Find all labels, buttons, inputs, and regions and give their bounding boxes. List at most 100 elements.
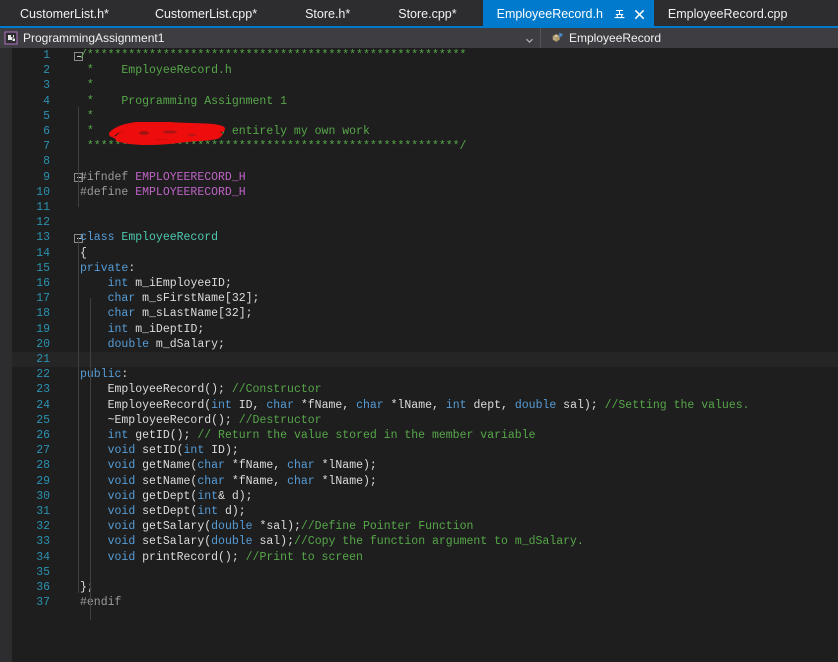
line-number: 30 — [12, 489, 50, 504]
code-line[interactable]: 34 void printRecord(); //Print to screen — [12, 550, 838, 565]
line-number: 13 — [12, 230, 50, 245]
line-number: 14 — [12, 246, 50, 261]
line-number: 19 — [12, 322, 50, 337]
code-line[interactable]: 18 char m_sLastName[32]; — [12, 306, 838, 321]
line-number: 21 — [12, 352, 50, 367]
editor-tab-label: CustomerList.h* — [20, 8, 109, 21]
class-icon — [550, 31, 564, 45]
code-line[interactable]: 21 — [12, 352, 838, 367]
editor-tab[interactable]: EmployeeRecord.cpp — [654, 0, 802, 28]
code-line[interactable]: 24 EmployeeRecord(int ID, char *fName, c… — [12, 398, 838, 413]
code-line[interactable]: 28 void getName(char *fName, char *lName… — [12, 458, 838, 473]
close-icon[interactable] — [633, 8, 646, 21]
line-number: 17 — [12, 291, 50, 306]
code-line[interactable]: 10#define EMPLOYEERECORD_H — [12, 185, 838, 200]
code-line-text: int m_iDeptID; — [80, 322, 204, 337]
line-number: 29 — [12, 474, 50, 489]
code-line[interactable]: 13 class EmployeeRecord — [12, 230, 838, 245]
code-line-text: #ifndef EMPLOYEERECORD_H — [80, 170, 246, 185]
editor-tab[interactable]: Store.cpp* — [372, 0, 482, 28]
code-line[interactable]: 29 void setName(char *fName, char *lName… — [12, 474, 838, 489]
code-line-text: class EmployeeRecord — [80, 230, 218, 245]
code-line-text: char m_sLastName[32]; — [80, 306, 253, 321]
code-line[interactable]: 22public: — [12, 367, 838, 382]
code-line[interactable]: 4 * Programming Assignment 1 — [12, 94, 838, 109]
code-line[interactable]: 20 double m_dSalary; — [12, 337, 838, 352]
code-line-text: EmployeeRecord(int ID, char *fName, char… — [80, 398, 750, 413]
code-surface[interactable]: 1 /**************************************… — [12, 48, 838, 662]
code-line[interactable]: 30 void getDept(int& d); — [12, 489, 838, 504]
line-number: 2 — [12, 63, 50, 78]
code-line[interactable]: 14{ — [12, 246, 838, 261]
code-line[interactable]: 27 void setID(int ID); — [12, 443, 838, 458]
code-line-text: /***************************************… — [80, 48, 466, 63]
line-number: 24 — [12, 398, 50, 413]
member-selector-combobox[interactable]: EmployeeRecord — [540, 28, 838, 48]
code-line[interactable]: 9 #ifndef EMPLOYEERECORD_H — [12, 170, 838, 185]
project-selector-combobox[interactable]: ProgrammingAssignment1 — [0, 28, 540, 48]
code-line[interactable]: 31 void setDept(int d); — [12, 504, 838, 519]
code-line-text: EmployeeRecord(); //Constructor — [80, 382, 322, 397]
code-line-text: int getID(); // Return the value stored … — [80, 428, 536, 443]
project-name: ProgrammingAssignment1 — [23, 32, 164, 44]
class-name: EmployeeRecord — [569, 32, 661, 44]
code-line[interactable]: 5 * — [12, 109, 838, 124]
line-number: 18 — [12, 306, 50, 321]
code-line[interactable]: 6 * This program is entirely my own work — [12, 124, 838, 139]
editor-tab[interactable]: EmployeeRecord.h — [483, 0, 654, 28]
editor-tab-strip: CustomerList.h* CustomerList.cpp* Store.h*… — [0, 0, 838, 28]
code-line[interactable]: 26 int getID(); // Return the value stor… — [12, 428, 838, 443]
line-number: 1 — [12, 48, 50, 63]
line-number: 32 — [12, 519, 50, 534]
code-line-text: * — [80, 78, 121, 93]
code-line[interactable]: 23 EmployeeRecord(); //Constructor — [12, 382, 838, 397]
code-line[interactable]: 32 void getSalary(double *sal);//Define … — [12, 519, 838, 534]
code-line-text: int m_iEmployeeID; — [80, 276, 232, 291]
line-number: 9 — [12, 170, 50, 185]
project-icon — [4, 31, 18, 45]
code-line[interactable]: 19 int m_iDeptID; — [12, 322, 838, 337]
code-line[interactable]: 15private: — [12, 261, 838, 276]
line-number: 34 — [12, 550, 50, 565]
line-number: 8 — [12, 154, 50, 169]
code-line[interactable]: 17 char m_sFirstName[32]; — [12, 291, 838, 306]
code-line[interactable]: 11 — [12, 200, 838, 215]
line-number: 28 — [12, 458, 50, 473]
code-line-text: void getSalary(double *sal);//Define Poi… — [80, 519, 473, 534]
line-number: 23 — [12, 382, 50, 397]
code-line[interactable]: 16 int m_iEmployeeID; — [12, 276, 838, 291]
line-number: 20 — [12, 337, 50, 352]
code-editor[interactable]: 1 /**************************************… — [0, 48, 838, 662]
code-line[interactable]: 12 — [12, 215, 838, 230]
code-line[interactable]: 25 ~EmployeeRecord(); //Destructor — [12, 413, 838, 428]
editor-tab[interactable]: CustomerList.h* — [0, 0, 129, 28]
editor-tab-label: Store.cpp* — [398, 8, 456, 21]
line-number: 7 — [12, 139, 50, 154]
code-line[interactable]: 33 void setSalary(double sal);//Copy the… — [12, 534, 838, 549]
editor-tab[interactable]: Store.h* — [283, 0, 372, 28]
code-line[interactable]: 3 * — [12, 78, 838, 93]
line-number: 10 — [12, 185, 50, 200]
code-line[interactable]: 1 /**************************************… — [12, 48, 838, 63]
line-number: 3 — [12, 78, 50, 93]
indent-guide-class-body — [90, 298, 91, 620]
fold-guide-ifndef — [78, 237, 79, 593]
code-line[interactable]: 2 * EmployeeRecord.h — [12, 63, 838, 78]
code-line-text: void getDept(int& d); — [80, 489, 253, 504]
line-number: 31 — [12, 504, 50, 519]
code-line-text: void getName(char *fName, char *lName); — [80, 458, 377, 473]
code-line[interactable]: 37#endif — [12, 595, 838, 610]
code-line-text: private: — [80, 261, 135, 276]
editor-tab-label: CustomerList.cpp* — [155, 8, 257, 21]
pin-icon[interactable] — [613, 8, 626, 21]
line-number: 4 — [12, 94, 50, 109]
code-line[interactable]: 8 — [12, 154, 838, 169]
code-line[interactable]: 36}; — [12, 580, 838, 595]
code-line[interactable]: 7 **************************************… — [12, 139, 838, 154]
selection-margin[interactable] — [0, 48, 12, 662]
line-number: 5 — [12, 109, 50, 124]
code-line-text: void setSalary(double sal);//Copy the fu… — [80, 534, 584, 549]
chevron-down-icon[interactable] — [525, 34, 534, 43]
code-line[interactable]: 35 — [12, 565, 838, 580]
editor-tab[interactable]: CustomerList.cpp* — [129, 0, 283, 28]
